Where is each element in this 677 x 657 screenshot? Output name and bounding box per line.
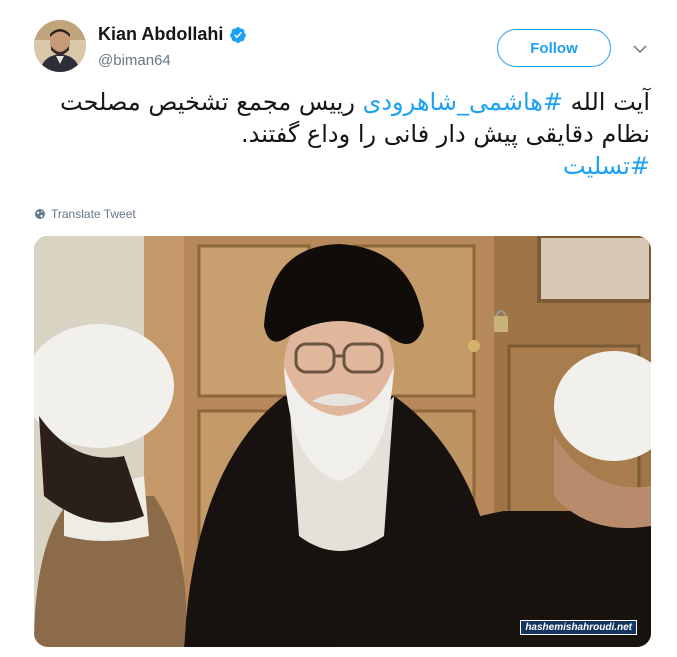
hashtag-link[interactable]: #تسلیت xyxy=(563,152,650,180)
tweet-text-prefix: آیت الله xyxy=(563,88,650,116)
follow-button[interactable]: Follow xyxy=(497,29,611,67)
avatar[interactable] xyxy=(34,20,86,72)
verified-badge-icon xyxy=(230,26,247,43)
tweet-text-line-3: #تسلیت xyxy=(34,150,650,182)
translate-tweet-label: Translate Tweet xyxy=(51,207,136,221)
author-display-name[interactable]: Kian Abdollahi xyxy=(98,24,223,45)
photo-illustration xyxy=(34,236,651,647)
author-handle[interactable]: @biman64 xyxy=(98,52,171,69)
photo-watermark: hashemishahroudi.net xyxy=(520,620,637,635)
tweet-text-line-2: نظام دقایقی پیش دار فانی را وداع گفتند. xyxy=(241,120,650,148)
globe-icon xyxy=(35,209,45,219)
hashtag-link[interactable]: #هاشمی_شاهرودی xyxy=(363,88,563,116)
tweet-text-line-1: آیت الله #هاشمی_شاهرودی رییس مجمع تشخیص … xyxy=(34,86,650,118)
tweet-text: آیت الله #هاشمی_شاهرودی رییس مجمع تشخیص … xyxy=(34,86,650,182)
chevron-down-icon[interactable] xyxy=(631,40,649,58)
tweet-photo[interactable]: hashemishahroudi.net xyxy=(34,236,651,647)
translate-tweet-link[interactable]: Translate Tweet xyxy=(34,207,136,221)
tweet-card: Kian Abdollahi @biman64 Follow آیت الله … xyxy=(0,0,677,657)
author-name-row: Kian Abdollahi xyxy=(98,24,247,45)
tweet-text-suffix: رییس مجمع تشخیص مصلحت xyxy=(60,88,363,116)
